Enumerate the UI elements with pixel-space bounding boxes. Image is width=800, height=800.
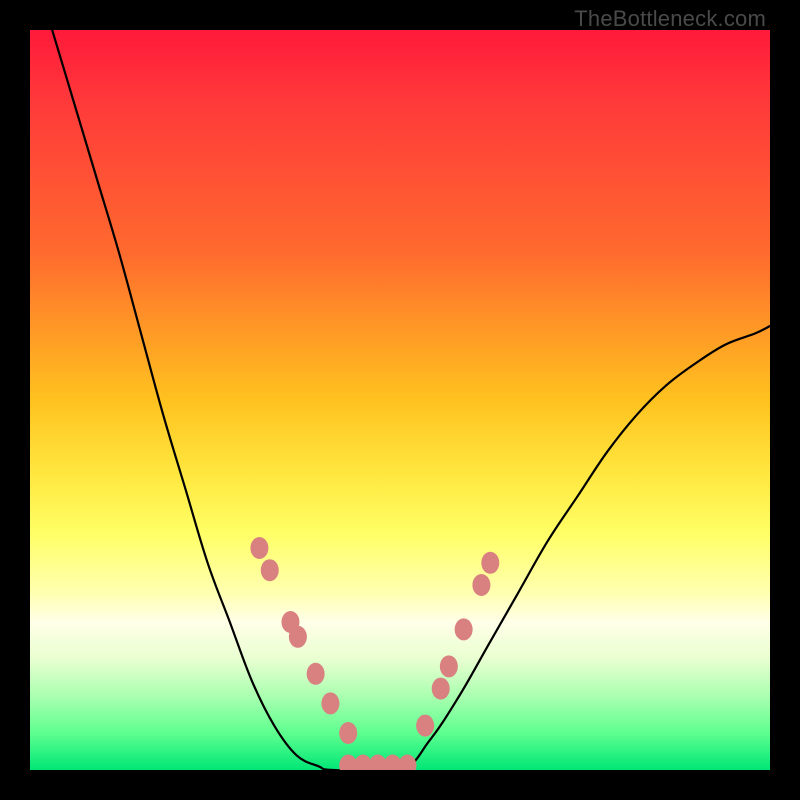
chart-svg: [30, 30, 770, 770]
bead-marker: [455, 618, 473, 640]
watermark-text: TheBottleneck.com: [574, 6, 766, 32]
bead-marker: [250, 537, 268, 559]
bead-marker: [261, 559, 279, 581]
chart-plot-area: [30, 30, 770, 770]
bead-markers-group: [250, 537, 499, 770]
bead-marker: [416, 715, 434, 737]
chart-frame: TheBottleneck.com: [0, 0, 800, 800]
bottleneck-curve: [52, 30, 770, 770]
bead-marker: [440, 655, 458, 677]
bead-marker: [472, 574, 490, 596]
bead-marker: [339, 722, 357, 744]
bead-marker: [481, 552, 499, 574]
bead-marker: [432, 678, 450, 700]
bead-marker: [321, 692, 339, 714]
bead-marker: [398, 755, 416, 770]
bead-marker: [307, 663, 325, 685]
bead-marker: [289, 626, 307, 648]
